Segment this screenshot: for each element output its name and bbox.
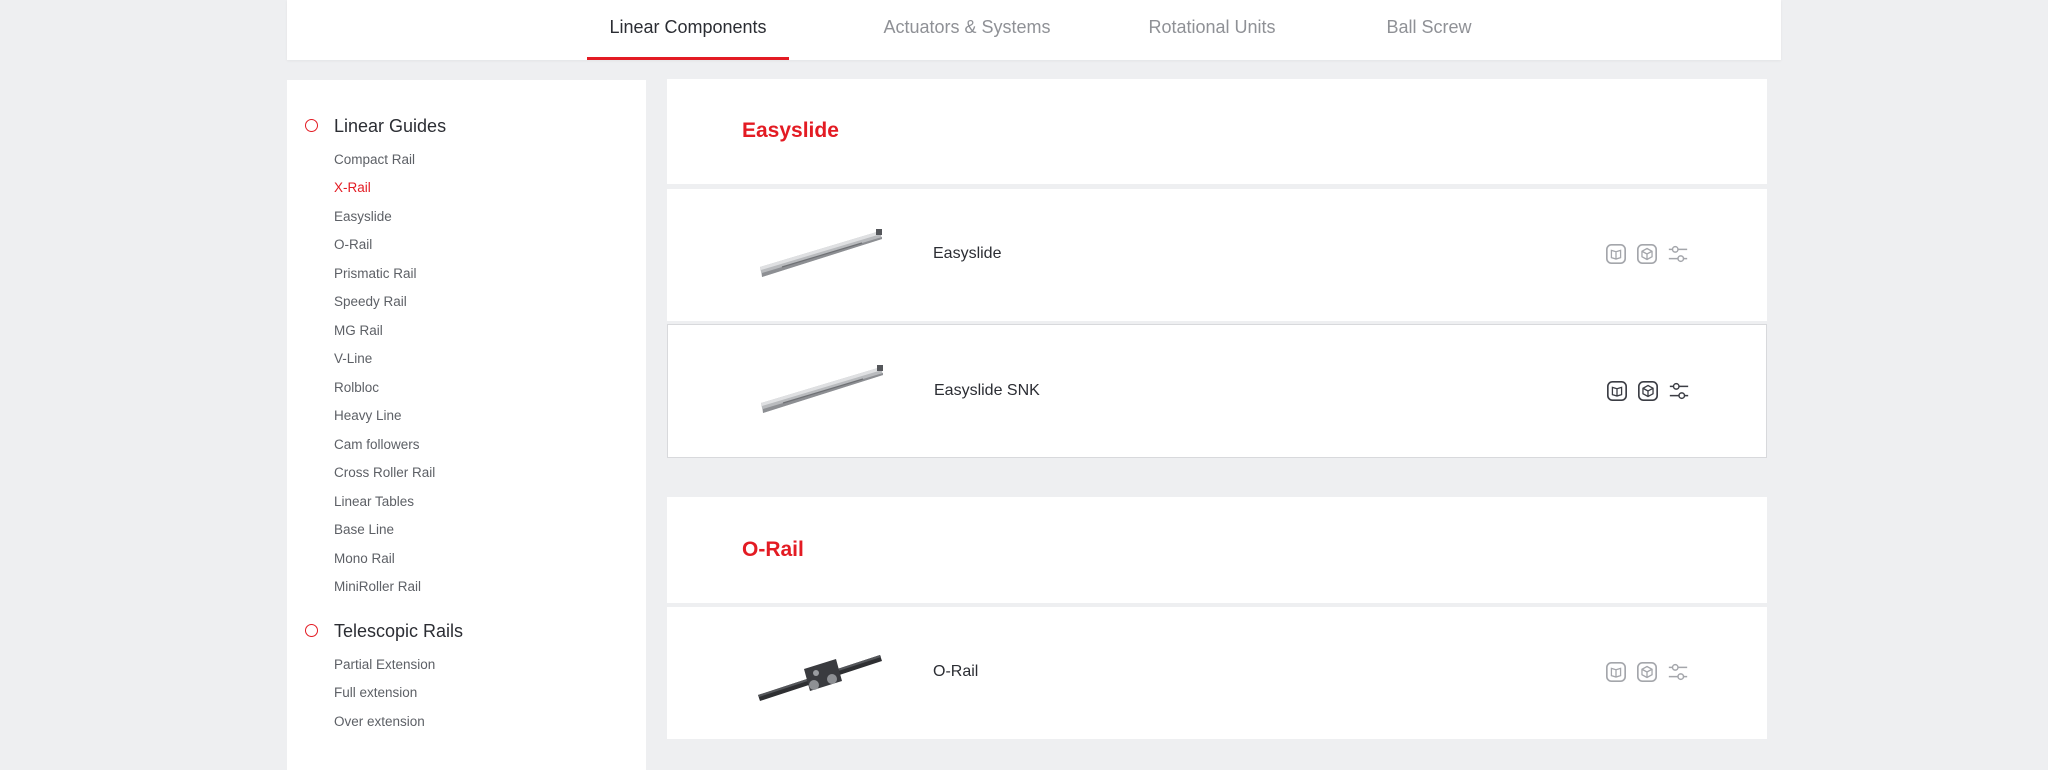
sliders-icon[interactable] bbox=[1667, 243, 1689, 265]
sidebar-item-x-rail[interactable]: X-Rail bbox=[334, 180, 371, 195]
tab-ball-screw[interactable]: Ball Screw bbox=[1369, 0, 1489, 60]
section-title: O-Rail bbox=[742, 538, 804, 561]
sidebar-item-prismatic-rail[interactable]: Prismatic Rail bbox=[334, 266, 417, 281]
product-name[interactable]: Easyslide bbox=[933, 245, 1001, 263]
sidebar-group-telescopic-rails[interactable]: Telescopic Rails bbox=[334, 621, 463, 642]
sidebar-item-mono-rail[interactable]: Mono Rail bbox=[334, 551, 395, 566]
sidebar-item-heavy-line[interactable]: Heavy Line bbox=[334, 408, 402, 423]
sidebar-item-miniroller-rail[interactable]: MiniRoller Rail bbox=[334, 579, 421, 594]
section-title: Easyslide bbox=[742, 119, 839, 142]
book-icon[interactable] bbox=[1605, 661, 1627, 683]
section-header-o-rail: O-Rail bbox=[667, 497, 1767, 603]
sliders-icon[interactable] bbox=[1668, 380, 1690, 402]
sidebar: Linear Guides Compact Rail X-Rail Easysl… bbox=[287, 80, 646, 770]
product-actions bbox=[1606, 380, 1690, 402]
product-name[interactable]: O-Rail bbox=[933, 663, 978, 681]
tab-linear-components[interactable]: Linear Components bbox=[587, 0, 789, 60]
sidebar-item-cam-followers[interactable]: Cam followers bbox=[334, 437, 420, 452]
cube-icon[interactable] bbox=[1636, 661, 1658, 683]
sidebar-item-o-rail[interactable]: O-Rail bbox=[334, 237, 372, 252]
product-name[interactable]: Easyslide SNK bbox=[934, 382, 1040, 400]
circle-bullet-icon bbox=[305, 119, 318, 132]
tab-rotational-units[interactable]: Rotational Units bbox=[1127, 0, 1297, 60]
circle-bullet-icon bbox=[305, 624, 318, 637]
cube-icon[interactable] bbox=[1637, 380, 1659, 402]
product-row[interactable]: O-Rail bbox=[667, 607, 1767, 739]
sidebar-item-rolbloc[interactable]: Rolbloc bbox=[334, 380, 379, 395]
sidebar-item-base-line[interactable]: Base Line bbox=[334, 522, 394, 537]
book-icon[interactable] bbox=[1605, 243, 1627, 265]
product-row[interactable]: Easyslide bbox=[667, 189, 1767, 321]
easyslide-rail-image bbox=[761, 365, 883, 413]
product-row[interactable]: Easyslide SNK bbox=[667, 324, 1767, 458]
sidebar-item-mg-rail[interactable]: MG Rail bbox=[334, 323, 383, 338]
sidebar-item-cross-roller-rail[interactable]: Cross Roller Rail bbox=[334, 465, 435, 480]
product-actions bbox=[1605, 661, 1689, 683]
o-rail-carriage-image bbox=[758, 655, 882, 701]
sidebar-item-over-extension[interactable]: Over extension bbox=[334, 714, 425, 729]
product-actions bbox=[1605, 243, 1689, 265]
sidebar-group-linear-guides[interactable]: Linear Guides bbox=[334, 116, 446, 137]
sidebar-item-full-extension[interactable]: Full extension bbox=[334, 685, 417, 700]
sidebar-item-v-line[interactable]: V-Line bbox=[334, 351, 372, 366]
book-icon[interactable] bbox=[1606, 380, 1628, 402]
sliders-icon[interactable] bbox=[1667, 661, 1689, 683]
sidebar-item-partial-extension[interactable]: Partial Extension bbox=[334, 657, 435, 672]
sidebar-item-linear-tables[interactable]: Linear Tables bbox=[334, 494, 414, 509]
category-tabs: Linear Components Actuators & Systems Ro… bbox=[287, 0, 1781, 60]
section-header-easyslide: Easyslide bbox=[667, 79, 1767, 184]
cube-icon[interactable] bbox=[1636, 243, 1658, 265]
tab-actuators-systems[interactable]: Actuators & Systems bbox=[867, 0, 1067, 60]
sidebar-item-speedy-rail[interactable]: Speedy Rail bbox=[334, 294, 407, 309]
sidebar-item-compact-rail[interactable]: Compact Rail bbox=[334, 152, 415, 167]
sidebar-item-easyslide[interactable]: Easyslide bbox=[334, 209, 392, 224]
easyslide-rail-image bbox=[760, 229, 882, 277]
